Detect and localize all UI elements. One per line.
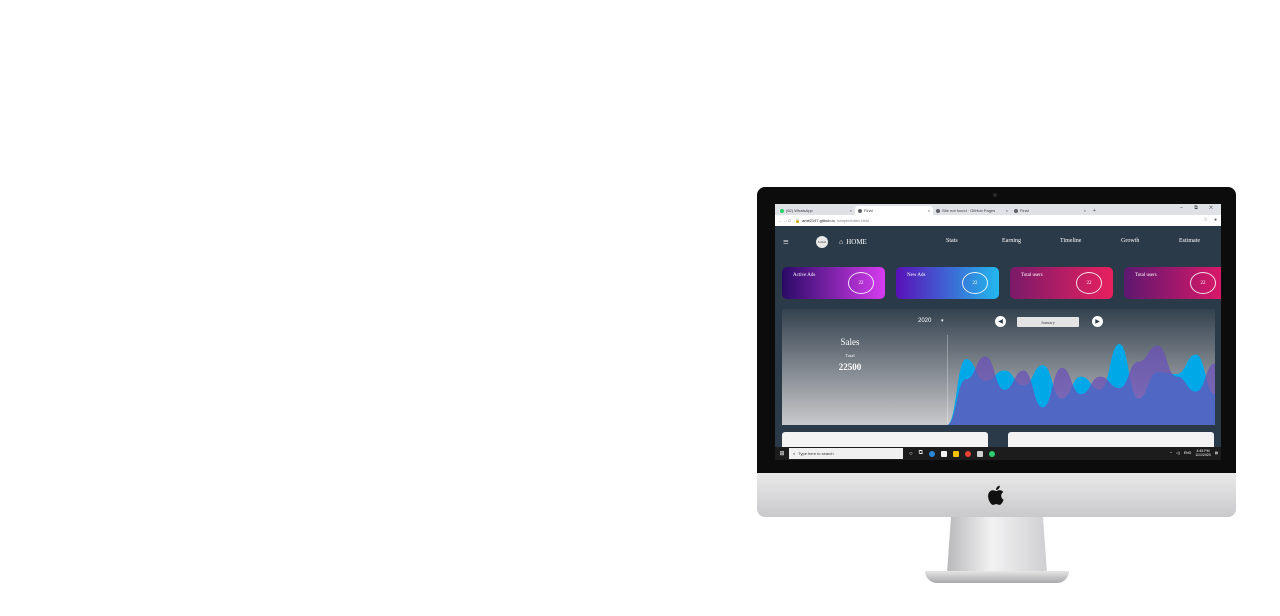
lower-cards [782, 432, 1221, 447]
nav-timeline[interactable]: Timeline [1060, 238, 1081, 244]
globe-icon [858, 208, 862, 213]
imac-bezel: (62) WhatsApp × Final × Site not found ·… [757, 187, 1236, 475]
nav-estimate[interactable]: Estimate [1179, 238, 1200, 244]
prev-month-button[interactable]: ◀ [995, 316, 1006, 327]
language-indicator[interactable]: ENG [1184, 451, 1192, 455]
tab-final[interactable]: Final × [855, 206, 933, 215]
url-field[interactable]: 🔒 amit2197.github.io/simple/index.html [795, 218, 869, 223]
close-icon[interactable]: × [1084, 208, 1086, 213]
system-tray: ^ ◁) ENG 4:45 PM 11/1/2020 ▤ [1170, 449, 1218, 457]
mail-icon[interactable] [976, 450, 983, 457]
chart-series-group [947, 344, 1215, 425]
nav-stats[interactable]: Stats [946, 238, 958, 244]
windows-taskbar: ⊞ ⌕ Type here to search ○ ⧉ ^ ◁) ENG 4:4… [775, 447, 1221, 460]
app-icon[interactable] [988, 450, 995, 457]
url-actions: ☆ ● [1203, 217, 1217, 223]
chevron-down-icon[interactable]: ▾ [941, 318, 944, 324]
card-total-users-2[interactable]: Total users 22 [1124, 267, 1221, 299]
globe-icon [936, 208, 940, 213]
store-icon[interactable] [940, 450, 947, 457]
logo[interactable]: LOGO [816, 236, 828, 248]
screen: (62) WhatsApp × Final × Site not found ·… [775, 204, 1221, 460]
lower-card-right [1008, 432, 1214, 447]
sales-panel: 2020 ▾ ◀ January ▶ Sales Total 22500 [782, 309, 1215, 425]
nav-home[interactable]: ⌂ HOME [839, 238, 867, 246]
apple-logo-icon [988, 485, 1004, 505]
camera [993, 193, 997, 197]
card-active-ads[interactable]: Active Ads 22 [782, 267, 885, 299]
sales-title: Sales [840, 337, 860, 347]
imac-mockup: (62) WhatsApp × Final × Site not found ·… [757, 187, 1236, 587]
card-value: 22 [1076, 272, 1102, 294]
nav-earning[interactable]: Earning [1002, 238, 1021, 244]
sales-subtitle: Total [845, 353, 855, 358]
card-value: 22 [1190, 272, 1216, 294]
next-month-button[interactable]: ▶ [1092, 316, 1103, 327]
close-icon[interactable]: × [850, 208, 852, 213]
search-icon: ⌕ [793, 451, 796, 456]
close-icon[interactable]: × [1006, 208, 1008, 213]
stat-cards: Active Ads 22 New Ads 22 Total users 22 … [782, 267, 1221, 299]
windows-start-icon[interactable]: ⊞ [775, 450, 789, 457]
nav-growth[interactable]: Growth [1121, 238, 1139, 244]
profile-icon[interactable]: ● [1214, 217, 1217, 223]
file-explorer-icon[interactable] [952, 450, 959, 457]
top-nav: ≡ LOGO ⌂ HOME Stats Earning Timeline Gro… [775, 226, 1221, 259]
globe-icon [1014, 208, 1018, 213]
navigation-icons[interactable]: ← → C [778, 218, 791, 223]
taskbar-icons: ○ ⧉ [909, 450, 995, 457]
edge-icon[interactable] [928, 450, 935, 457]
whatsapp-icon [780, 208, 784, 213]
card-total-users[interactable]: Total users 22 [1010, 267, 1113, 299]
task-view-icon[interactable]: ⧉ [919, 450, 923, 457]
imac-stand-foot [925, 571, 1069, 583]
tray-up-icon[interactable]: ^ [1170, 451, 1172, 455]
lower-card-left [782, 432, 988, 447]
card-new-ads[interactable]: New Ads 22 [896, 267, 999, 299]
window-controls[interactable]: – ⧉ ✕ [1180, 205, 1218, 211]
taskbar-search[interactable]: ⌕ Type here to search [789, 448, 903, 459]
volume-icon[interactable]: ◁) [1176, 451, 1180, 455]
sales-area-chart [947, 335, 1215, 425]
tab-whatsapp[interactable]: (62) WhatsApp × [777, 206, 855, 215]
cortana-icon[interactable]: ○ [909, 451, 913, 457]
clock[interactable]: 4:45 PM 11/1/2020 [1195, 449, 1210, 457]
month-display: January [1017, 317, 1079, 327]
tab-final-2[interactable]: Final × [1011, 206, 1089, 215]
browser-tab-bar: (62) WhatsApp × Final × Site not found ·… [775, 204, 1221, 215]
year-select[interactable]: 2020 [918, 318, 931, 324]
close-icon[interactable]: × [928, 208, 930, 213]
home-icon: ⌂ [839, 238, 844, 246]
imac-stand-neck [947, 517, 1047, 573]
sales-value: 22500 [838, 362, 862, 372]
chrome-icon[interactable] [964, 450, 971, 457]
star-icon[interactable]: ☆ [1203, 217, 1207, 223]
dashboard: ≡ LOGO ⌂ HOME Stats Earning Timeline Gro… [775, 226, 1221, 447]
tab-site-not-found[interactable]: Site not found · GitHub Pages × [933, 206, 1011, 215]
card-value: 22 [962, 272, 988, 294]
new-tab-button[interactable]: + [1093, 206, 1096, 215]
card-value: 22 [848, 272, 874, 294]
lock-icon: 🔒 [795, 218, 801, 223]
notification-icon[interactable]: ▤ [1215, 451, 1218, 455]
menu-icon[interactable]: ≡ [783, 237, 789, 248]
sales-summary: Sales Total 22500 [822, 337, 878, 372]
